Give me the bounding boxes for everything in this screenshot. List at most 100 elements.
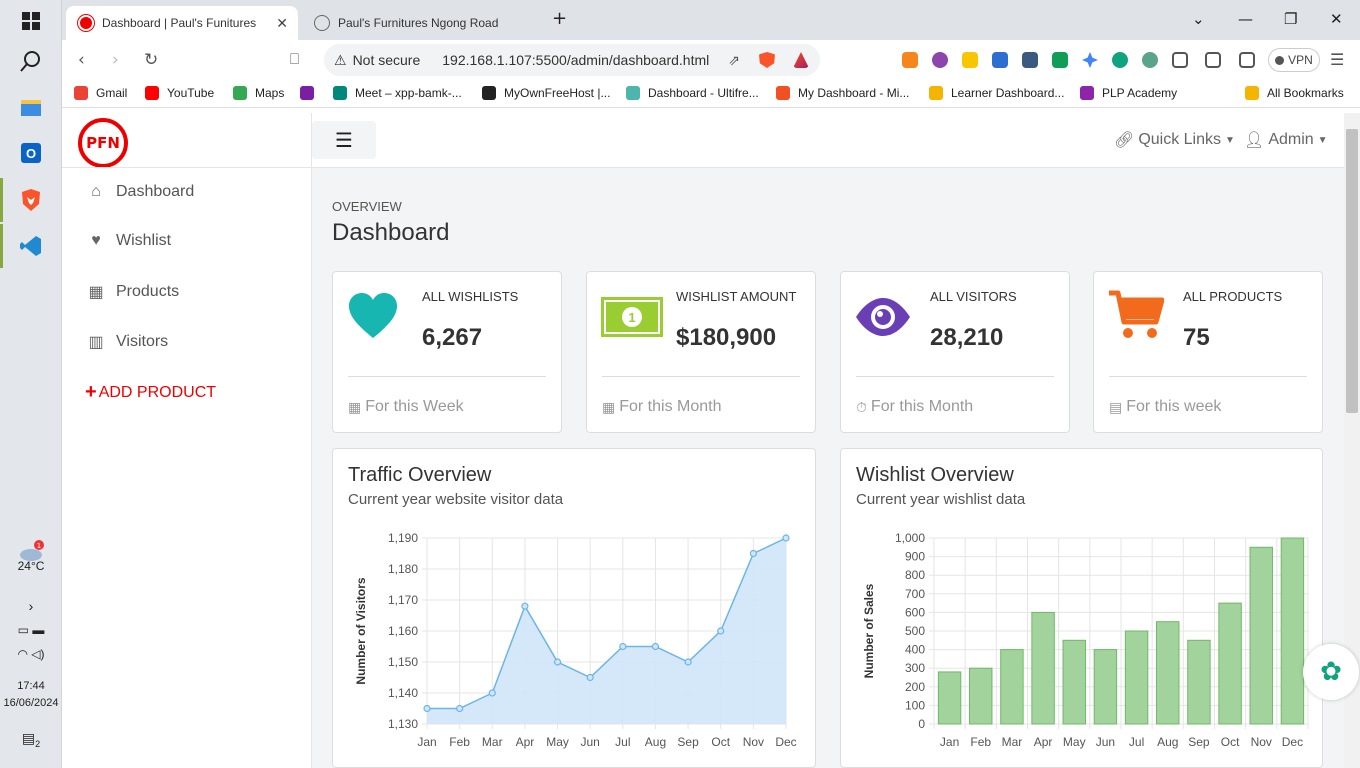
metamask-icon[interactable] — [902, 52, 918, 68]
logo-text: PFN — [86, 134, 120, 152]
card-footer-label: For this week — [1126, 398, 1222, 415]
brave-browser-icon[interactable] — [12, 181, 50, 219]
search-icon[interactable] — [12, 42, 50, 80]
x-tick-label: Apr — [516, 735, 535, 749]
sidebar-toggle-icon[interactable] — [1205, 52, 1221, 68]
scrollbar-thumb[interactable] — [1346, 129, 1358, 413]
sidebar-item-dashboard[interactable]: ⌂ Dashboard — [86, 183, 194, 201]
add-product-link[interactable]: + ADD PRODUCT — [85, 381, 216, 404]
tab-bar: Dashboard | Paul's Funitures ✕ Paul's Fu… — [62, 0, 1360, 40]
card-footer-label: For this Month — [619, 398, 722, 415]
divider — [602, 376, 800, 377]
file-explorer-icon[interactable] — [12, 88, 50, 126]
extensions-puzzle-icon[interactable] — [1172, 52, 1188, 68]
vscode-icon[interactable] — [12, 227, 50, 265]
bar — [1218, 602, 1242, 725]
sidebar: PFN ⌂ Dashboard ♥ Wishlist ▦ Products ▥ Visi… — [62, 113, 312, 768]
divider — [1109, 376, 1307, 377]
gemini-icon[interactable] — [1082, 52, 1098, 68]
quick-links-dropdown[interactable]: 🔗︎ Quick Links ▼ — [1114, 130, 1235, 150]
bookmark-extra[interactable] — [300, 86, 322, 100]
back-icon[interactable]: ‹ — [78, 50, 85, 70]
bookmark-maps[interactable]: Maps — [233, 86, 284, 100]
clock-time[interactable]: 17:44 — [0, 680, 62, 692]
battery-icon[interactable]: ▭ ▬ — [0, 623, 62, 637]
wishlist-overview-card: Wishlist Overview Current year wishlist … — [840, 448, 1323, 768]
x-tick-label: Aug — [1157, 735, 1178, 749]
share-icon[interactable]: ⇗ — [728, 52, 740, 69]
site-icon — [300, 86, 314, 100]
notification-icon[interactable]: ▤2 — [0, 730, 62, 749]
clock-date[interactable]: 16/06/2024 — [0, 697, 62, 709]
extension-icon-2[interactable] — [962, 52, 978, 68]
bookmark-myownfreehost[interactable]: MyOwnFreeHost |... — [482, 86, 610, 100]
close-window-icon[interactable]: ✕ — [1330, 10, 1343, 28]
sidebar-item-products[interactable]: ▦ Products — [86, 282, 179, 302]
reload-icon[interactable]: ↻ — [144, 50, 158, 70]
menu-icon[interactable]: ☰ — [1330, 50, 1344, 69]
bookmark-plp[interactable]: PLP Academy — [1080, 86, 1177, 100]
wifi-volume-icon[interactable]: ◠ ◁) — [0, 647, 62, 661]
tab-dashboard[interactable]: Dashboard | Paul's Funitures ✕ — [66, 6, 298, 40]
bookmark-microsoft[interactable]: My Dashboard - Mi... — [776, 86, 909, 100]
heart-icon: ♥ — [91, 232, 101, 249]
svg-text:O: O — [26, 146, 36, 161]
chatgpt-icon-2[interactable] — [1142, 52, 1158, 68]
y-tick-label: 400 — [905, 643, 925, 657]
wallet-icon[interactable] — [1239, 52, 1255, 68]
bookmark-meet[interactable]: Meet – xpp-bamk-... — [333, 86, 462, 100]
temperature-label: 24°C — [17, 559, 45, 573]
tab-title: Paul's Furnitures Ngong Road — [338, 16, 499, 30]
bookmark-label: Learner Dashboard... — [951, 86, 1065, 100]
bar — [1156, 621, 1180, 725]
chevron-right-icon[interactable]: › — [0, 598, 62, 614]
all-bookmarks[interactable]: All Bookmarks — [1245, 86, 1344, 100]
chatgpt-icon[interactable] — [1112, 52, 1128, 68]
url-text[interactable]: 192.168.1.107:5500/admin/dashboard.html — [442, 52, 709, 68]
y-tick-label: 100 — [905, 698, 925, 712]
extension-icon-4[interactable] — [1022, 52, 1038, 68]
bookmark-learner[interactable]: Learner Dashboard... — [929, 86, 1064, 100]
extension-icon-3[interactable] — [992, 52, 1008, 68]
x-tick-label: Sep — [677, 735, 699, 749]
divider — [856, 376, 1054, 377]
minimize-icon[interactable]: — — [1238, 10, 1253, 28]
url-box[interactable]: ⚠ Not secure 192.168.1.107:5500/admin/da… — [324, 44, 820, 76]
data-point — [423, 704, 431, 713]
vpn-button[interactable]: VPN — [1268, 48, 1320, 72]
admin-dropdown[interactable]: 👤︎ Admin ▼ — [1244, 130, 1328, 150]
hamburger-menu-icon[interactable]: ☰ — [312, 121, 376, 159]
extension-icon-1[interactable] — [932, 52, 948, 68]
forward-icon[interactable]: › — [112, 50, 119, 70]
pfn-logo[interactable]: PFN — [78, 118, 128, 168]
close-tab-icon[interactable]: ✕ — [276, 15, 288, 32]
x-tick-label: Sep — [1188, 735, 1210, 749]
security-label: Not secure — [352, 52, 421, 68]
card-footer-label: For this Week — [365, 398, 464, 415]
bookmark-youtube[interactable]: YouTube — [145, 86, 214, 100]
bookmark-icon[interactable]: ⎕ — [290, 50, 299, 68]
new-tab-icon[interactable]: + — [552, 8, 567, 29]
x-tick-label: Dec — [775, 735, 796, 749]
bookmark-label: Gmail — [96, 86, 128, 100]
bookmark-ultifre[interactable]: Dashboard - Ultifre... — [626, 86, 759, 100]
bar — [1249, 546, 1273, 725]
tab-search-icon[interactable]: ⌄ — [1192, 10, 1205, 28]
sidebar-item-visitors[interactable]: ▥ Visitors — [86, 332, 168, 352]
vpn-status-icon — [1275, 55, 1285, 65]
sidebar-item-wishlist[interactable]: ♥ Wishlist — [86, 232, 171, 250]
y-tick-label: 500 — [905, 624, 925, 638]
x-tick-label: Nov — [1251, 735, 1272, 749]
windows-start-icon[interactable] — [12, 2, 50, 40]
card-label: WISHLIST AMOUNT — [676, 289, 797, 304]
bookmark-gmail[interactable]: Gmail — [74, 86, 127, 100]
stopwatch-icon: ⏱︎ — [856, 398, 867, 415]
meet-icon — [333, 86, 347, 100]
maximize-icon[interactable]: ❐ — [1284, 10, 1297, 28]
tab-pauls-furnitures[interactable]: Paul's Furnitures Ngong Road — [302, 6, 542, 40]
outlook-icon[interactable]: O — [12, 134, 50, 172]
gmail-icon — [74, 86, 88, 100]
extension-icon-5[interactable] — [1052, 52, 1068, 68]
chatgpt-assistant-icon[interactable]: ✿ — [1303, 644, 1359, 700]
bookmark-label: Maps — [255, 86, 285, 100]
